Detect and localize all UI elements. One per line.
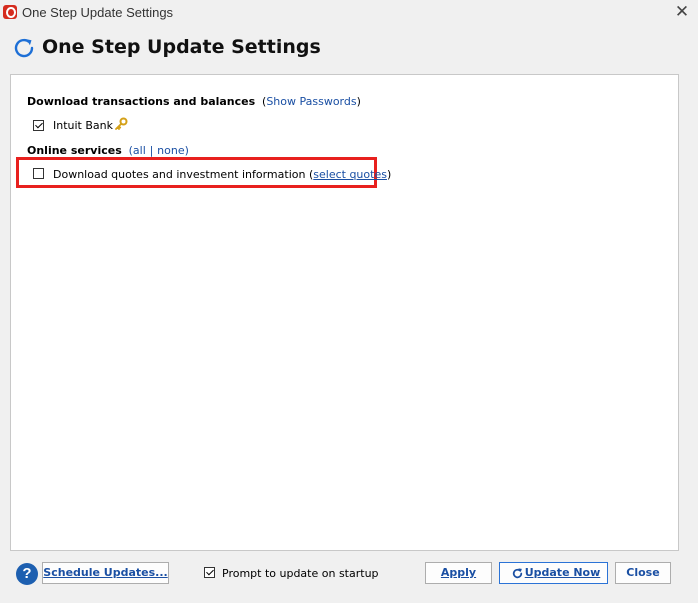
intuit-bank-checkbox[interactable] xyxy=(33,120,44,131)
window-title: One Step Update Settings xyxy=(22,5,174,20)
update-refresh-icon xyxy=(512,568,523,579)
quicken-logo-icon xyxy=(3,5,17,19)
update-now-button[interactable]: Update Now xyxy=(499,562,608,584)
close-paren: ) xyxy=(184,144,189,157)
update-now-label: Update Now xyxy=(524,566,601,579)
prompt-startup-checkbox[interactable] xyxy=(204,567,215,578)
page-title: One Step Update Settings xyxy=(42,36,321,58)
schedule-updates-button[interactable]: Schedule Updates... xyxy=(42,562,169,584)
download-quotes-label: Download quotes and investment informati… xyxy=(53,168,306,181)
select-none-link[interactable]: none xyxy=(157,144,184,157)
window-titlebar: One Step Update Settings ✕ xyxy=(0,0,698,26)
key-icon xyxy=(115,117,128,130)
online-services-title: Online services xyxy=(27,144,122,157)
download-quotes-row: Download quotes and investment informati… xyxy=(53,168,391,181)
apply-button[interactable]: Apply xyxy=(425,562,492,584)
apply-label: Apply xyxy=(440,566,477,579)
select-all-link[interactable]: all xyxy=(133,144,146,157)
download-section-label: Download transactions and balances (Show… xyxy=(27,95,361,108)
close-window-icon[interactable]: ✕ xyxy=(672,2,692,22)
help-icon[interactable]: ? xyxy=(16,563,38,585)
schedule-updates-label: Schedule Updates... xyxy=(43,566,168,579)
show-passwords-link[interactable]: Show Passwords xyxy=(266,95,356,108)
close-label: Close xyxy=(626,566,660,579)
online-services-label: Online services (all | none) xyxy=(27,144,189,157)
intuit-bank-label: Intuit Bank xyxy=(53,119,113,132)
prompt-startup-label: Prompt to update on startup xyxy=(222,567,379,580)
close-paren: ) xyxy=(386,168,392,181)
refresh-icon xyxy=(14,38,34,58)
download-section-title: Download transactions and balances xyxy=(27,95,256,108)
select-quotes-link[interactable]: select quotes xyxy=(313,168,387,181)
download-quotes-checkbox[interactable] xyxy=(33,168,44,179)
close-button[interactable]: Close xyxy=(615,562,671,584)
close-paren: ) xyxy=(356,95,361,108)
separator: | xyxy=(149,144,154,157)
